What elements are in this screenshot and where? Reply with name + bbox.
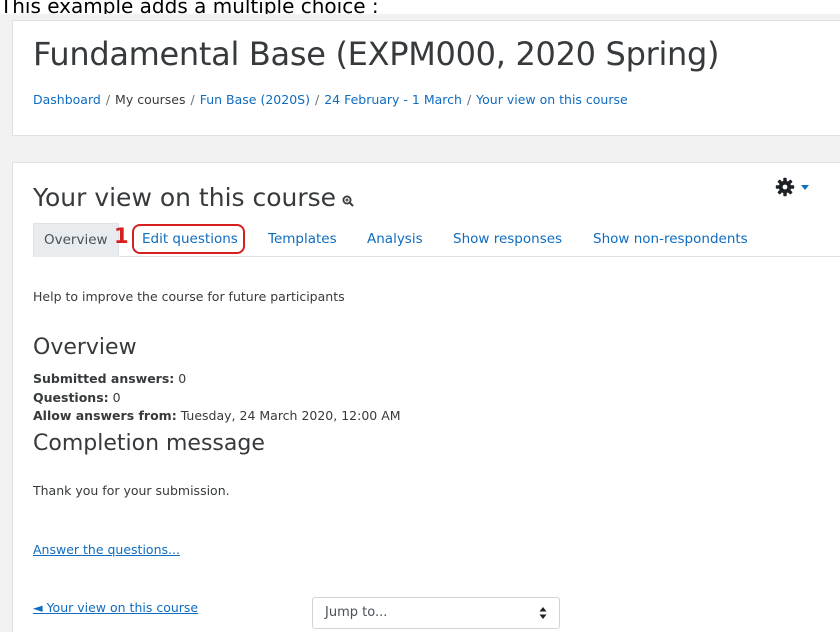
tab-show-responses[interactable]: Show responses	[443, 223, 572, 257]
questions-label: Questions:	[33, 390, 109, 405]
annotation-highlight	[132, 224, 245, 254]
answer-questions-link[interactable]: Answer the questions...	[33, 542, 180, 557]
allow-value: Tuesday, 24 March 2020, 12:00 AM	[180, 408, 401, 423]
tab-templates[interactable]: Templates	[258, 223, 347, 257]
magnifier-icon[interactable]	[342, 195, 354, 207]
tab-show-non-respondents[interactable]: Show non-respondents	[583, 223, 758, 257]
completion-heading: Completion message	[33, 431, 265, 456]
allow-label: Allow answers from:	[33, 408, 177, 423]
jump-to-select[interactable]: Jump to...	[312, 597, 560, 629]
submitted-label: Submitted answers:	[33, 371, 175, 386]
course-title: Fundamental Base (EXPM000, 2020 Spring)	[33, 35, 720, 73]
breadcrumb-separator: /	[466, 92, 472, 107]
actions-menu[interactable]	[775, 177, 809, 197]
tab-overview[interactable]: Overview	[33, 223, 119, 257]
previous-activity-link[interactable]: ◄ Your view on this course	[33, 600, 198, 615]
caret-down-icon[interactable]	[801, 184, 809, 190]
breadcrumb-separator: /	[314, 92, 320, 107]
overview-heading: Overview	[33, 335, 137, 360]
breadcrumb-section[interactable]: 24 February - 1 March	[324, 92, 462, 107]
breadcrumb-separator: /	[190, 92, 195, 107]
select-arrows-icon	[539, 607, 547, 619]
tab-analysis[interactable]: Analysis	[357, 223, 433, 257]
completion-text: Thank you for your submission.	[33, 483, 230, 498]
jump-to-value: Jump to...	[325, 605, 388, 620]
allow-answers-from: Allow answers from: Tuesday, 24 March 20…	[33, 408, 401, 423]
intro-text: Help to improve the course for future pa…	[33, 289, 345, 304]
submitted-value: 0	[178, 371, 187, 386]
annotation-marker: 1	[114, 224, 129, 248]
page-heading: Your view on this course	[33, 183, 354, 212]
breadcrumb-separator: /	[105, 92, 111, 107]
gear-icon[interactable]	[775, 177, 795, 197]
course-header: Fundamental Base (EXPM000, 2020 Spring) …	[12, 20, 840, 136]
page-heading-text: Your view on this course	[33, 183, 337, 212]
breadcrumb-my-courses: My courses	[115, 92, 186, 107]
questions-count: Questions: 0	[33, 390, 121, 405]
breadcrumb-dashboard[interactable]: Dashboard	[33, 92, 101, 107]
questions-value: 0	[112, 390, 121, 405]
breadcrumb-current[interactable]: Your view on this course	[476, 92, 628, 107]
breadcrumb: Dashboard / My courses / Fun Base (2020S) / 24…	[33, 92, 628, 107]
submitted-answers: Submitted answers: 0	[33, 371, 186, 386]
breadcrumb-course[interactable]: Fun Base (2020S)	[200, 92, 310, 107]
main-content: Your view on this course Overview Edit q…	[12, 162, 840, 632]
